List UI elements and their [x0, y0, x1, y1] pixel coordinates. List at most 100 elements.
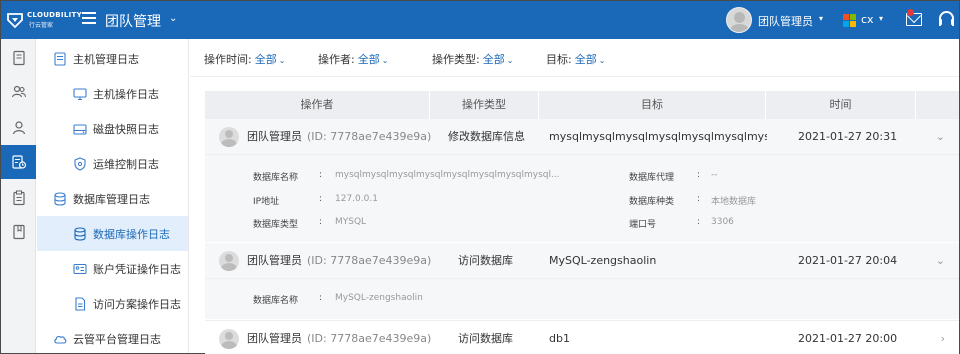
operator-name: 团队管理员	[247, 130, 302, 143]
users-group-icon	[11, 85, 26, 98]
detail-colon: :	[697, 194, 701, 204]
host-log-icon	[54, 51, 66, 66]
app-title[interactable]: 团队管理	[105, 11, 161, 31]
book-icon	[12, 224, 25, 240]
row-detail: 数据库名称 : mysqlmysqlmysqlmysqlmysqlmysqlmy…	[205, 155, 959, 242]
nav-item-ops-control-label: 运维控制日志	[93, 157, 159, 171]
filter-target[interactable]: 目标: 全部 ⌄	[546, 51, 605, 67]
detail-label: 数据库类型	[253, 220, 299, 230]
avatar	[219, 251, 239, 271]
filter-op-type[interactable]: 操作类型: 全部 ⌄	[432, 51, 513, 67]
nav-item-db-ops[interactable]: 数据库操作日志	[37, 216, 188, 251]
filter-operator-value[interactable]: 全部	[358, 53, 380, 66]
nav-item-host-ops[interactable]: 主机操作日志	[37, 76, 188, 111]
detail-value: 本地数据库	[711, 197, 757, 207]
nav-group-host-label: 主机管理日志	[73, 52, 139, 66]
chevron-down-icon[interactable]: ⌄	[279, 56, 286, 65]
filter-target-value[interactable]: 全部	[575, 53, 597, 66]
filter-op-type-label: 操作类型:	[432, 53, 480, 66]
detail-colon: :	[697, 170, 701, 180]
nav-item-access-ops[interactable]: 访问方案操作日志	[37, 286, 188, 321]
operation-time: 2021-01-27 20:00	[798, 332, 898, 345]
nav-group-cloud-label: 云管平台管理日志	[73, 332, 161, 346]
user-avatar[interactable]	[726, 7, 752, 33]
chevron-down-icon[interactable]: ⌄	[936, 243, 945, 279]
nav-group-cloud[interactable]: 云管平台管理日志	[37, 321, 188, 354]
chevron-down-icon[interactable]: ⌄	[599, 56, 606, 65]
rail-document[interactable]	[1, 41, 36, 75]
filter-op-time-value[interactable]: 全部	[255, 53, 277, 66]
hamburger-menu-icon[interactable]	[82, 12, 96, 26]
rail-user[interactable]	[1, 111, 36, 145]
avatar	[219, 329, 239, 349]
column-header-operator: 操作者	[205, 91, 430, 119]
detail-label: IP地址	[253, 197, 280, 207]
org-label[interactable]: cx	[861, 13, 874, 26]
filter-op-time[interactable]: 操作时间: 全部 ⌄	[204, 51, 285, 67]
filter-op-type-value[interactable]: 全部	[483, 53, 505, 66]
operation-target: mysqlmysqlmysqlmysqlmysqlmysqlmysqlmysql…	[549, 130, 767, 143]
rail-audit-log[interactable]	[1, 145, 36, 179]
shield-icon	[74, 156, 86, 171]
notification-dot	[907, 9, 914, 16]
detail-value: --	[711, 170, 718, 180]
filter-operator[interactable]: 操作者: 全部 ⌄	[318, 51, 388, 67]
rail-book[interactable]	[1, 215, 36, 249]
chevron-down-icon[interactable]: ⌄	[169, 13, 177, 24]
user-name[interactable]: 团队管理员	[758, 13, 813, 29]
detail-label: 数据库种类	[629, 197, 675, 207]
row-detail: 数据库名称 : MySQL-zengshaolin	[205, 279, 959, 319]
icon-rail	[1, 39, 36, 353]
detail-label: 数据库代理	[629, 173, 675, 183]
nav-group-database[interactable]: 数据库管理日志	[37, 181, 188, 216]
nav-item-disk-snapshot[interactable]: 磁盘快照日志	[37, 111, 188, 146]
detail-value: 3306	[711, 217, 734, 227]
chevron-down-icon[interactable]: ⌄	[382, 56, 389, 65]
detail-colon: :	[319, 170, 323, 180]
filter-op-time-label: 操作时间:	[204, 53, 252, 66]
disk-icon	[73, 123, 87, 135]
table-row[interactable]: 团队管理员 (ID: 7778ae7e439e9a) 修改数据库信息 mysql…	[205, 119, 959, 155]
brand-sub: 行云管家	[29, 22, 54, 29]
chevron-down-icon[interactable]: ⌄	[936, 119, 945, 155]
nav-item-db-ops-label: 数据库操作日志	[93, 227, 170, 241]
detail-label: 数据库名称	[253, 173, 299, 183]
headset-support-icon[interactable]	[939, 11, 954, 26]
chevron-down-icon[interactable]: ⌄	[507, 56, 514, 65]
filter-operator-label: 操作者:	[318, 53, 355, 66]
detail-value: mysqlmysqlmysqlmysqlmysqlmysqlmysqlmysql…	[335, 170, 560, 180]
rail-users-group[interactable]	[1, 75, 36, 109]
detail-label: 数据库名称	[253, 296, 299, 306]
filter-target-label: 目标:	[546, 53, 572, 66]
brand-logo[interactable]: CLOUDBILITY 行云管家	[6, 10, 82, 30]
org-menu-caret-icon[interactable]: ▾	[879, 14, 883, 23]
detail-colon: :	[319, 217, 323, 227]
table-row[interactable]: 团队管理员 (ID: 7778ae7e439e9a) 访问数据库 db1 202…	[205, 320, 959, 354]
nav-item-account-ops[interactable]: 账户凭证操作日志	[37, 251, 188, 286]
filter-bar: 操作时间: 全部 ⌄ 操作者: 全部 ⌄ 操作类型: 全部 ⌄ 目标: 全部 ⌄	[190, 39, 959, 77]
operator-name: 团队管理员	[247, 332, 302, 345]
rail-clipboard[interactable]	[1, 181, 36, 215]
operation-type: 访问数据库	[458, 332, 513, 345]
table-row[interactable]: 团队管理员 (ID: 7778ae7e439e9a) 访问数据库 MySQL-z…	[205, 243, 959, 279]
file-icon	[75, 296, 86, 311]
avatar	[219, 127, 239, 147]
org-logo-icon[interactable]	[843, 14, 856, 27]
detail-value: MYSQL	[335, 217, 367, 227]
operation-time: 2021-01-27 20:31	[798, 130, 898, 143]
database-icon	[74, 226, 86, 241]
column-header-type: 操作类型	[430, 91, 539, 119]
nav-item-host-ops-label: 主机操作日志	[93, 87, 159, 101]
cloud-icon	[54, 335, 67, 344]
nav-item-ops-control[interactable]: 运维控制日志	[37, 146, 188, 181]
operation-target: db1	[549, 332, 570, 345]
chevron-right-icon[interactable]: ›	[941, 321, 945, 354]
column-header-time: 时间	[766, 91, 916, 119]
nav-group-host[interactable]: 主机管理日志	[37, 41, 188, 76]
operator-name: 团队管理员	[247, 254, 302, 267]
monitor-icon	[73, 87, 87, 100]
user-menu-caret-icon[interactable]: ▾	[819, 14, 823, 23]
operator-id: (ID: 7778ae7e439e9a)	[307, 254, 432, 267]
operation-type: 修改数据库信息	[448, 130, 525, 143]
side-nav: 主机管理日志 主机操作日志 磁盘快照日志 运维控制日志 数据库管理日志 数据库操…	[37, 39, 189, 353]
